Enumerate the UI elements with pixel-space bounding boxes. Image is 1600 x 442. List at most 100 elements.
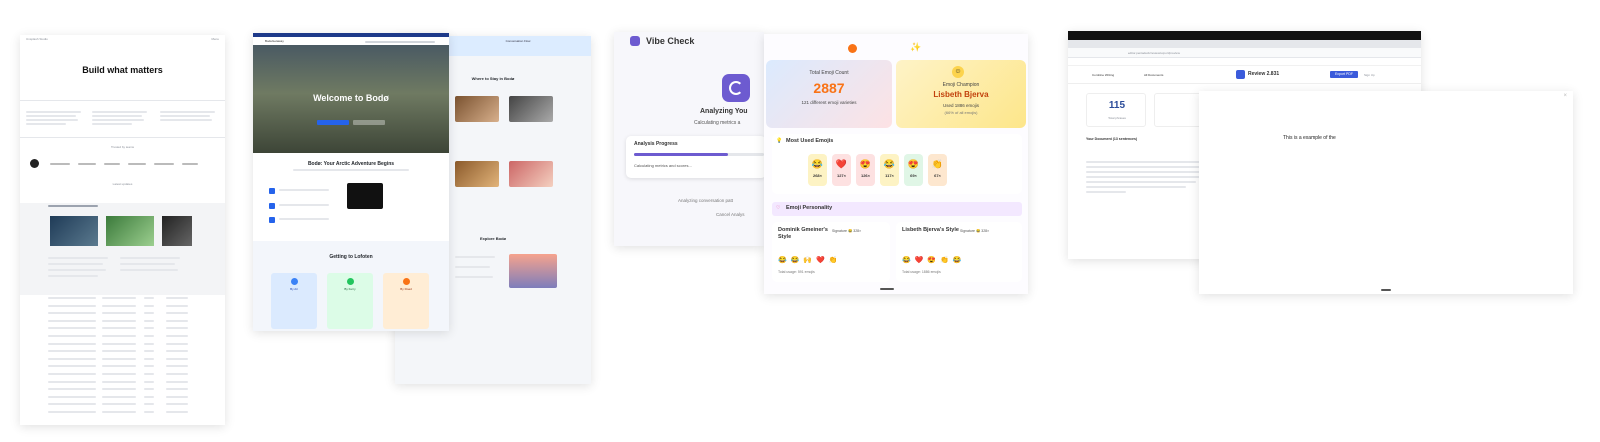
feature-icon <box>269 217 275 223</box>
sign-up-link[interactable]: Sign Up <box>1364 73 1375 77</box>
emoji-count: 67× <box>934 173 941 178</box>
style-card-lisbeth: Lisbeth Bjerva's Style Signature 😂 328× … <box>896 222 1022 282</box>
app-title: Vibe Check <box>646 36 695 46</box>
style-card-dominik: Dominik Gmeiner's Style Signature 😂 328×… <box>772 222 890 282</box>
sparkle-icon: ✨ <box>910 42 922 52</box>
heart-icon: ♡ <box>776 205 781 211</box>
personality-title: Emoji Personality <box>786 205 833 211</box>
table-row-cell <box>166 380 188 383</box>
analyzing-subtitle: Calculating metrics a <box>694 120 741 126</box>
hero-title: Welcome to Bodø <box>313 93 389 103</box>
bookmarks-bar <box>1068 58 1421 66</box>
emoji-count: 268× <box>812 173 822 178</box>
total-value: 2887 <box>813 80 845 96</box>
plan-label: By Air <box>290 287 298 291</box>
topbar-menu[interactable]: Menu <box>211 37 219 41</box>
table-row-cell <box>166 403 188 406</box>
emoji-icon: ❤️ <box>835 159 848 169</box>
champion-name: Lisbeth Bjerva <box>933 90 989 99</box>
tab-documents[interactable]: All Documents <box>1144 73 1163 77</box>
nav-brand[interactable]: BodeGetaway <box>265 39 284 43</box>
plan-card-air[interactable]: By Air <box>271 273 317 329</box>
table-row-cell <box>166 342 188 345</box>
table-row-cell <box>48 312 96 315</box>
table-row-cell <box>144 304 154 307</box>
plan-card-ferry[interactable]: By Ferry <box>327 273 373 329</box>
emoji-tile: 😍 126× <box>856 154 875 186</box>
table-row-cell <box>102 327 136 330</box>
table-row-cell <box>166 312 188 315</box>
document-section-title: Your Document (13 sentences) <box>1086 137 1138 141</box>
topbar-brand[interactable]: Unsplash Studio <box>26 37 48 41</box>
total-label: Total Emoji Count <box>809 70 849 76</box>
emoji-count: 117× <box>885 173 894 178</box>
conversation-flow-title: Conversation Flow <box>505 39 531 43</box>
table-row-cell <box>102 342 136 345</box>
emoji-count: 126× <box>860 173 870 178</box>
table-row-cell <box>48 411 96 413</box>
table-row-cell <box>48 297 96 299</box>
table-row-cell <box>144 395 154 398</box>
getting-title: Getting to Lofoten <box>329 254 373 260</box>
emoji-tile: 👏 67× <box>928 154 947 186</box>
table-row-cell <box>102 365 136 368</box>
table-row-cell <box>48 350 96 353</box>
table-row-cell <box>48 380 96 383</box>
table-row-cell <box>48 365 96 368</box>
app-header: Combine Writing All Documents Review 2.8… <box>1068 66 1421 84</box>
table-row-cell <box>48 373 96 375</box>
cancel-link[interactable]: Cancel Analys <box>716 212 745 217</box>
conversation-flow-box: Conversation Flow <box>445 36 591 56</box>
logo-icon <box>30 159 39 168</box>
table-row-cell <box>166 365 188 368</box>
table-row-cell <box>48 403 96 406</box>
emoji-strip: 😂😂🙌❤️👏 <box>778 257 842 264</box>
browser-tab-bar[interactable] <box>1068 40 1421 48</box>
table-row-cell <box>144 380 154 383</box>
preview-image-3 <box>162 216 192 246</box>
progress-fill <box>634 153 728 156</box>
table-row-cell <box>144 335 154 337</box>
travel-page-screenshot: BodeGetaway Welcome to Bodø Bodø: Your A… <box>253 33 449 331</box>
total-subtitle: 121 different emoji varieties <box>801 100 857 105</box>
section-title: Bodø: Your Arctic Adventure Begins <box>307 161 395 167</box>
emoji-tile: ❤️ 127× <box>832 154 851 186</box>
plan-label: By Ferry <box>344 287 356 291</box>
emoji-icon: 😂 <box>883 159 896 169</box>
video-thumbnail[interactable] <box>347 183 383 209</box>
stat-label: Total phrases <box>1108 116 1126 120</box>
hero-primary-button[interactable] <box>317 120 349 125</box>
close-icon[interactable]: × <box>1563 93 1567 99</box>
vibe-check-results-screenshot: ✨ Total Emoji Count 2887 121 different e… <box>764 34 1028 294</box>
champion-subtitle-2: (66% of all emojis) <box>944 110 978 115</box>
signature: Signature 😂 328× <box>960 229 990 233</box>
table-row-cell <box>102 395 136 398</box>
hero-secondary-button[interactable] <box>353 120 385 125</box>
table-row-cell <box>102 304 136 307</box>
progress-card: Analysis Progress Calculating metrics an… <box>626 136 764 178</box>
address-bar[interactable]: editor.pentadeck/review/export/preview <box>1068 48 1421 58</box>
plan-card-road[interactable]: By Road <box>383 273 429 329</box>
url-text[interactable]: editor.pentadeck/review/export/preview <box>1128 51 1180 55</box>
table-row-cell <box>48 395 96 398</box>
emoji-icon: 😍 <box>859 159 872 169</box>
table-row-cell <box>102 319 136 322</box>
table-row-cell <box>144 373 154 375</box>
scroll-handle[interactable] <box>880 288 894 290</box>
tab-combine[interactable]: Combine Writing <box>1092 73 1114 77</box>
emoji-icon: 👏 <box>931 159 944 169</box>
lightbulb-icon: 💡 <box>776 138 783 144</box>
table-row-cell <box>144 319 154 322</box>
table-row-cell <box>48 342 96 345</box>
plan-label: By Road <box>400 287 412 291</box>
emoji-tile: 😍 69× <box>904 154 923 186</box>
most-used-title: Most Used Emojis <box>786 138 834 144</box>
emoji-count: 69× <box>910 173 917 178</box>
table-row-cell <box>102 403 136 406</box>
total-usage: Total usage: 1886 emojis <box>902 270 941 274</box>
table-row-cell <box>48 327 96 330</box>
scroll-handle[interactable] <box>1381 289 1391 291</box>
export-button[interactable]: Export PDF <box>1330 71 1358 78</box>
document-preview-modal: × This is a example of the <box>1199 91 1573 294</box>
table-row-cell <box>48 319 96 322</box>
